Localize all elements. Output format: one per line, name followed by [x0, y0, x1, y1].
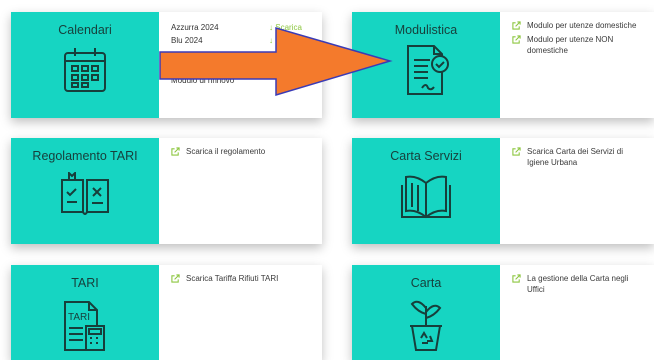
download-link[interactable]: ↓ Scarica — [269, 22, 302, 33]
card-calendari: Calendari Azzurra 2024 Blu 2024 Modulo d… — [11, 12, 322, 118]
link-modulo-non-domestiche[interactable]: Modulo per utenze NON domestiche — [512, 34, 634, 56]
external-link-icon — [512, 147, 521, 156]
regolamento-links: Scarica il regolamento — [171, 146, 314, 160]
tile-calendari[interactable]: Calendari — [11, 12, 159, 118]
external-link-icon — [171, 147, 180, 156]
tile-regolamento-tari[interactable]: Regolamento TARI — [11, 138, 159, 244]
tile-title: Regolamento TARI — [32, 149, 138, 163]
link-scarica-tariffa[interactable]: Scarica Tariffa Rifiuti TARI — [171, 273, 314, 284]
card-carta: Carta La gestione della Carta negli Uffi… — [352, 265, 654, 360]
link-gestione-carta[interactable]: La gestione della Carta negli Uffici — [512, 273, 646, 295]
checklist-book-icon — [61, 172, 109, 215]
link-label: Scarica Carta dei Servizi di Igiene Urba… — [527, 147, 624, 167]
tari-icon-text: TARI — [68, 312, 90, 323]
link-scarica-carta-servizi[interactable]: Scarica Carta dei Servizi di Igiene Urba… — [512, 146, 644, 168]
card-tari: TARI TARI Scarica Tariffa Rifiuti TARI — [11, 265, 322, 360]
tile-title: Carta Servizi — [390, 149, 462, 163]
card-regolamento-tari: Regolamento TARI Scarica il regolamento — [11, 138, 322, 244]
download-label: Scarica — [275, 23, 302, 32]
tari-calculator-icon: TARI — [64, 301, 105, 351]
external-link-icon — [512, 274, 521, 283]
card-carta-servizi: Carta Servizi Scarica Carta dei Servizi … — [352, 138, 654, 244]
tile-tari[interactable]: TARI TARI — [11, 265, 159, 360]
tile-title: Carta — [410, 276, 442, 290]
modulistica-links: Modulo per utenze domestiche Modulo per … — [512, 20, 646, 59]
tile-title: Modulistica — [394, 23, 458, 37]
external-link-icon — [512, 35, 521, 44]
link-label: Modulo per utenze domestiche — [527, 21, 637, 30]
tile-title: Calendari — [58, 23, 112, 37]
carta-servizi-links: Scarica Carta dei Servizi di Igiene Urba… — [512, 146, 646, 171]
tile-title: TARI — [71, 276, 99, 290]
external-link-icon — [512, 21, 521, 30]
tile-modulistica[interactable]: Modulistica — [352, 12, 500, 118]
open-book-icon — [401, 175, 451, 219]
link-label: Scarica il regolamento — [186, 147, 266, 156]
calendar-item: Modulo di rinnovo — [171, 76, 235, 85]
tile-carta[interactable]: Carta — [352, 265, 500, 360]
calendar-item: Blu 2024 — [171, 36, 203, 45]
calendar-item: Azzurra 2024 — [171, 23, 219, 32]
link-label: Scarica Tariffa Rifiuti TARI — [186, 274, 279, 283]
download-icon[interactable]: ↓ — [269, 35, 273, 46]
carta-links: La gestione della Carta negli Uffici — [512, 273, 646, 298]
external-link-icon — [171, 274, 180, 283]
tile-carta-servizi[interactable]: Carta Servizi — [352, 138, 500, 244]
link-scarica-regolamento[interactable]: Scarica il regolamento — [171, 146, 314, 157]
link-label: La gestione della Carta negli Uffici — [527, 274, 629, 294]
card-modulistica: Modulistica Modulo per utenze domestiche… — [352, 12, 654, 118]
link-label: Modulo per utenze NON domestiche — [527, 35, 614, 55]
plant-recycle-icon — [410, 300, 442, 351]
tari-links: Scarica Tariffa Rifiuti TARI — [171, 273, 314, 287]
link-modulo-domestiche[interactable]: Modulo per utenze domestiche — [512, 20, 646, 31]
document-check-icon — [407, 45, 449, 95]
calendar-icon — [64, 48, 106, 92]
